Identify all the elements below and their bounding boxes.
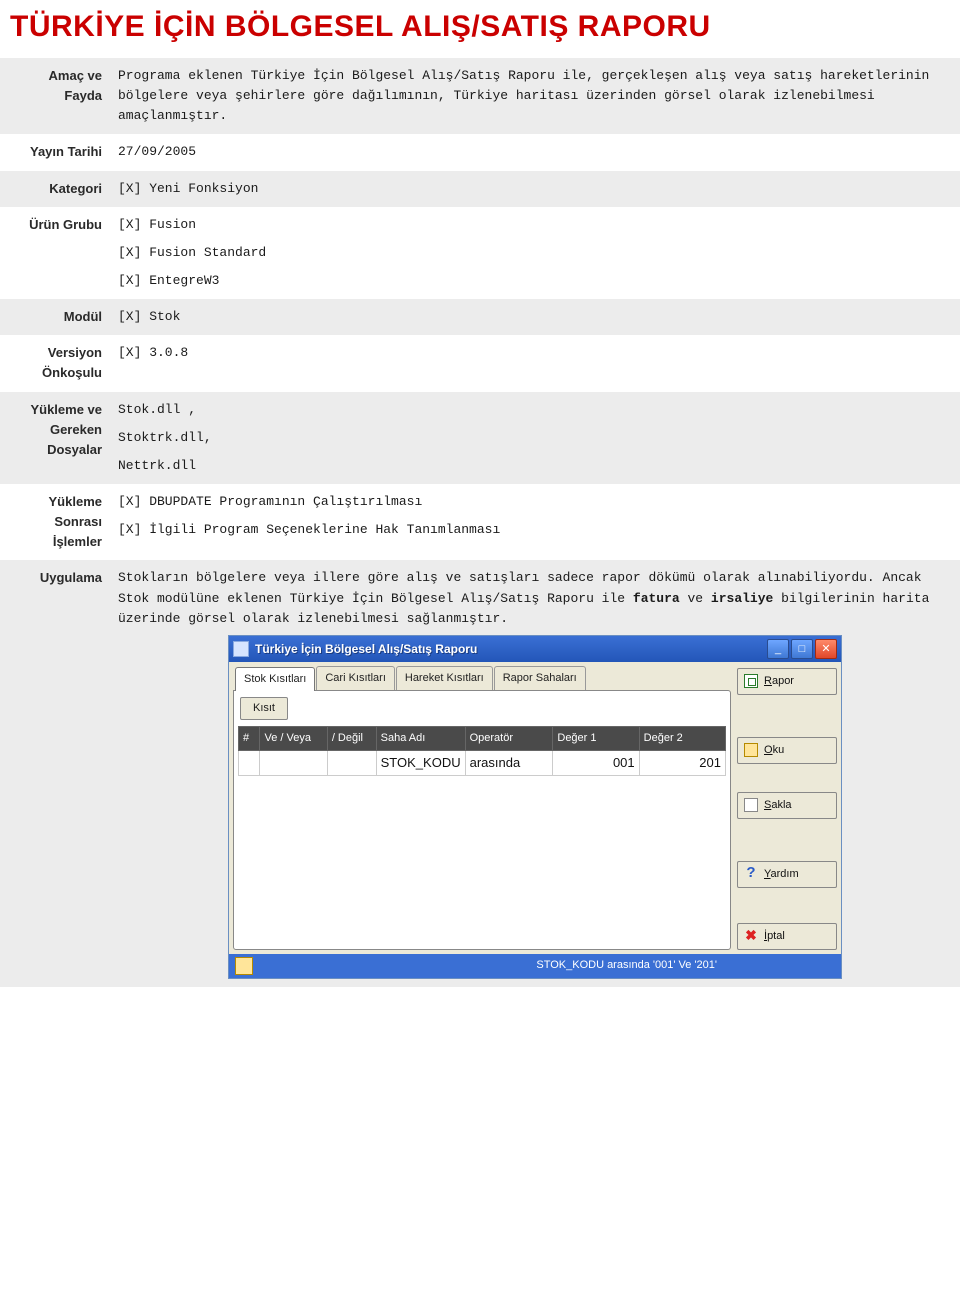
row-yayin: Yayın Tarihi 27/09/2005 bbox=[0, 134, 960, 170]
crit-h-d1[interactable]: Değer 1 bbox=[553, 726, 639, 750]
urun-line-1: [X] Fusion Standard bbox=[118, 243, 952, 263]
crit-h-op[interactable]: Operatör bbox=[465, 726, 553, 750]
row-amac: Amaç ve Fayda Programa eklenen Türkiye İ… bbox=[0, 58, 960, 134]
status-icon bbox=[235, 957, 253, 975]
value-kategori: [X] Yeni Fonksiyon bbox=[110, 171, 960, 207]
help-icon: ? bbox=[744, 867, 758, 881]
uygulama-bold2: irsaliye bbox=[711, 591, 773, 606]
crit-c-d1[interactable]: 001 bbox=[553, 750, 639, 775]
row-sonrasi: Yükleme Sonrası İşlemler [X] DBUPDATE Pr… bbox=[0, 484, 960, 560]
dosya-line-0: Stok.dll , bbox=[118, 400, 952, 420]
status-bar: STOK_KODU arasında '001' Ve '201' bbox=[229, 954, 841, 978]
value-versiyon: [X] 3.0.8 bbox=[110, 335, 960, 391]
info-table: Amaç ve Fayda Programa eklenen Türkiye İ… bbox=[0, 58, 960, 987]
label-versiyon: Versiyon Önkoşulu bbox=[0, 335, 110, 391]
row-kategori: Kategori [X] Yeni Fonksiyon bbox=[0, 171, 960, 207]
crit-h-degil[interactable]: / Değil bbox=[327, 726, 376, 750]
dosya-line-1: Stoktrk.dll, bbox=[118, 428, 952, 448]
criteria-header-row: # Ve / Veya / Değil Saha Adı Operatör De… bbox=[239, 726, 726, 750]
app-icon bbox=[233, 641, 249, 657]
iptal-button[interactable]: ✖ İptal bbox=[737, 923, 837, 950]
value-urun: [X] Fusion [X] Fusion Standard [X] Enteg… bbox=[110, 207, 960, 299]
row-dosyalar: Yükleme ve Gereken Dosyalar Stok.dll , S… bbox=[0, 392, 960, 484]
crit-c-degil[interactable] bbox=[327, 750, 376, 775]
value-amac: Programa eklenen Türkiye İçin Bölgesel A… bbox=[110, 58, 960, 134]
value-yayin: 27/09/2005 bbox=[110, 134, 960, 170]
value-modul: [X] Stok bbox=[110, 299, 960, 335]
urun-line-2: [X] EntegreW3 bbox=[118, 271, 952, 291]
app-window: Türkiye İçin Bölgesel Alış/Satış Raporu … bbox=[228, 635, 842, 979]
value-sonrasi: [X] DBUPDATE Programının Çalıştırılması … bbox=[110, 484, 960, 560]
label-dosyalar: Yükleme ve Gereken Dosyalar bbox=[0, 392, 110, 484]
yardim-button[interactable]: ? Yardım bbox=[737, 861, 837, 888]
rapor-button[interactable]: Rapor bbox=[737, 668, 837, 695]
crit-h-veveya[interactable]: Ve / Veya bbox=[260, 726, 327, 750]
uygulama-mid: ve bbox=[680, 591, 711, 606]
window-title: Türkiye İçin Bölgesel Alış/Satış Raporu bbox=[255, 640, 765, 659]
label-kategori: Kategori bbox=[0, 171, 110, 207]
uygulama-bold1: fatura bbox=[633, 591, 680, 606]
label-modul: Modül bbox=[0, 299, 110, 335]
yardim-label-rest: ardım bbox=[771, 868, 799, 880]
row-modul: Modül [X] Stok bbox=[0, 299, 960, 335]
urun-line-0: [X] Fusion bbox=[118, 215, 952, 235]
row-urun: Ürün Grubu [X] Fusion [X] Fusion Standar… bbox=[0, 207, 960, 299]
crit-c-saha[interactable]: STOK_KODU bbox=[376, 750, 465, 775]
tab-panel: Kısıt # Ve / Veya / Değil Saha Adı Opera… bbox=[233, 690, 731, 950]
label-yayin: Yayın Tarihi bbox=[0, 134, 110, 170]
tab-hareket-kisitlari[interactable]: Hareket Kısıtları bbox=[396, 666, 493, 690]
tabs: Stok Kısıtları Cari Kısıtları Hareket Kı… bbox=[233, 666, 731, 690]
crit-c-op[interactable]: arasında bbox=[465, 750, 553, 775]
sakla-button[interactable]: Sakla bbox=[737, 792, 837, 819]
crit-h-saha[interactable]: Saha Adı bbox=[376, 726, 465, 750]
dosya-line-2: Nettrk.dll bbox=[118, 456, 952, 476]
cancel-icon: ✖ bbox=[744, 929, 758, 943]
left-pane: Stok Kısıtları Cari Kısıtları Hareket Kı… bbox=[233, 666, 731, 950]
label-uygulama: Uygulama bbox=[0, 560, 110, 986]
iptal-label-rest: ptal bbox=[767, 930, 785, 942]
label-urun: Ürün Grubu bbox=[0, 207, 110, 299]
report-icon bbox=[744, 674, 758, 688]
row-versiyon: Versiyon Önkoşulu [X] 3.0.8 bbox=[0, 335, 960, 391]
tab-cari-kisitlari[interactable]: Cari Kısıtları bbox=[316, 666, 395, 690]
oku-label-rest: ku bbox=[773, 744, 785, 756]
label-amac: Amaç ve Fayda bbox=[0, 58, 110, 134]
value-dosyalar: Stok.dll , Stoktrk.dll, Nettrk.dll bbox=[110, 392, 960, 484]
sonrasi-line-0: [X] DBUPDATE Programının Çalıştırılması bbox=[118, 492, 952, 512]
maximize-button[interactable]: □ bbox=[791, 639, 813, 659]
page-title: TÜRKİYE İÇİN BÖLGESEL ALIŞ/SATIŞ RAPORU bbox=[0, 0, 960, 58]
close-button[interactable]: ✕ bbox=[815, 639, 837, 659]
label-sonrasi: Yükleme Sonrası İşlemler bbox=[0, 484, 110, 560]
kisit-button[interactable]: Kısıt bbox=[240, 697, 288, 720]
crit-c-d2[interactable]: 201 bbox=[639, 750, 725, 775]
crit-h-num[interactable]: # bbox=[239, 726, 260, 750]
open-icon bbox=[744, 743, 758, 757]
rapor-label-rest: apor bbox=[772, 675, 794, 687]
oku-button[interactable]: Oku bbox=[737, 737, 837, 764]
save-icon bbox=[744, 798, 758, 812]
side-buttons: Rapor Oku Sakla bbox=[737, 666, 837, 950]
criteria-row-0[interactable]: STOK_KODU arasında 001 201 bbox=[239, 750, 726, 775]
crit-c-veveya[interactable] bbox=[260, 750, 327, 775]
minimize-button[interactable]: _ bbox=[767, 639, 789, 659]
titlebar[interactable]: Türkiye İçin Bölgesel Alış/Satış Raporu … bbox=[229, 636, 841, 662]
tab-rapor-sahalari[interactable]: Rapor Sahaları bbox=[494, 666, 586, 690]
sakla-label-rest: akla bbox=[771, 799, 791, 811]
criteria-table: # Ve / Veya / Değil Saha Adı Operatör De… bbox=[238, 726, 726, 776]
row-uygulama: Uygulama Stokların bölgelere veya illere… bbox=[0, 560, 960, 986]
crit-h-d2[interactable]: Değer 2 bbox=[639, 726, 725, 750]
tab-stok-kisitlari[interactable]: Stok Kısıtları bbox=[235, 667, 315, 691]
crit-c-num[interactable] bbox=[239, 750, 260, 775]
window-body: Stok Kısıtları Cari Kısıtları Hareket Kı… bbox=[229, 662, 841, 954]
sonrasi-line-1: [X] İlgili Program Seçeneklerine Hak Tan… bbox=[118, 520, 952, 540]
value-uygulama: Stokların bölgelere veya illere göre alı… bbox=[110, 560, 960, 986]
status-text: STOK_KODU arasında '001' Ve '201' bbox=[536, 957, 717, 974]
